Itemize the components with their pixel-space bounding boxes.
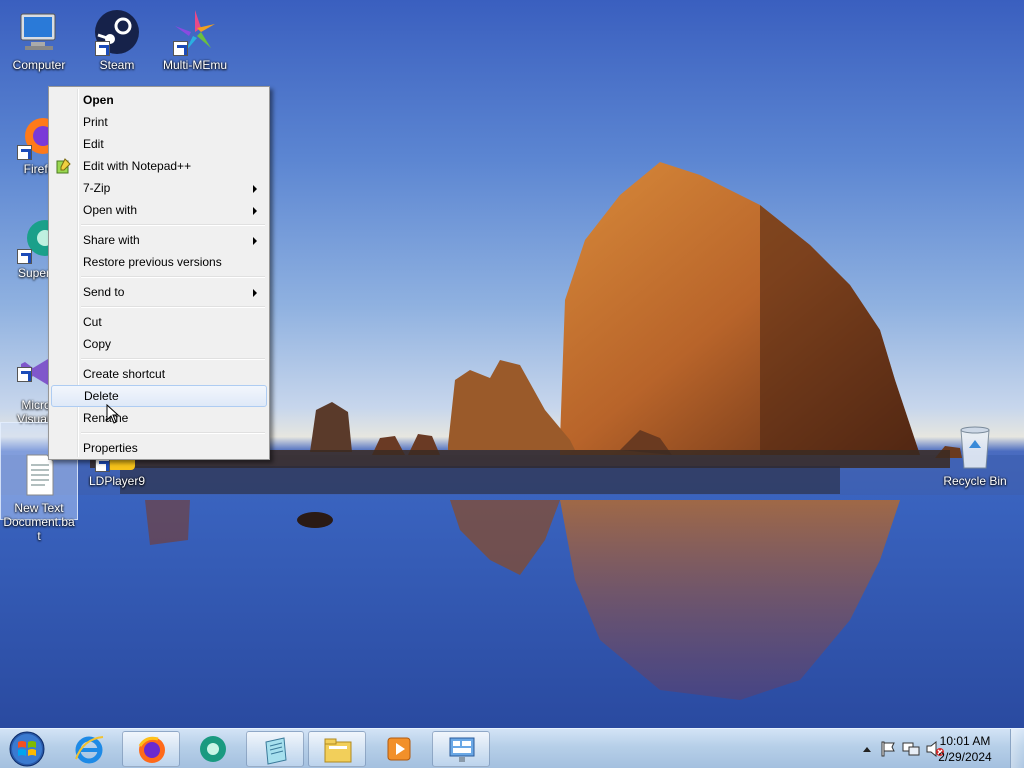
taskbar-firefox[interactable] xyxy=(122,731,180,767)
taskbar-supermium[interactable] xyxy=(184,731,242,767)
file-explorer-icon xyxy=(324,738,352,763)
desktop-icon-label: Recycle Bin xyxy=(943,474,1007,488)
submenu-arrow-icon xyxy=(253,185,257,193)
start-button[interactable] xyxy=(4,730,50,768)
control-panel-icon xyxy=(449,737,475,762)
menu-item-edit[interactable]: Edit xyxy=(51,133,267,155)
menu-separator xyxy=(51,303,267,311)
menu-item-copy[interactable]: Copy xyxy=(51,333,267,355)
shortcut-arrow-icon xyxy=(17,249,32,264)
menu-item-label: Share with xyxy=(83,233,140,247)
menu-item-cut[interactable]: Cut xyxy=(51,311,267,333)
menu-separator xyxy=(51,355,267,363)
submenu-arrow-icon xyxy=(253,207,257,215)
menu-item-open[interactable]: Open xyxy=(51,89,267,111)
menu-item-label: Edit with Notepad++ xyxy=(83,159,192,173)
context-menu: Open Print Edit Edit with Notepad++ 7-Zi… xyxy=(48,86,270,460)
desktop-icon-label: Multi-MEmu xyxy=(162,58,227,72)
clock-date: 2/29/2024 xyxy=(938,750,992,764)
desktop-icon-computer[interactable]: Computer xyxy=(0,8,78,72)
notepad-icon xyxy=(265,737,287,765)
menu-item-label: 7-Zip xyxy=(83,181,111,195)
clock[interactable]: 10:01 AM 2/29/2024 xyxy=(930,733,1000,765)
submenu-arrow-icon xyxy=(253,289,257,297)
menu-separator xyxy=(51,273,267,281)
shortcut-arrow-icon xyxy=(17,367,32,382)
menu-item-label: Open with xyxy=(83,203,138,217)
shortcut-arrow-icon xyxy=(173,41,188,56)
menu-item-share-with[interactable]: Share with xyxy=(51,229,267,251)
notification-area: 10:01 AM 2/29/2024 xyxy=(834,729,1024,768)
action-center-flag-icon[interactable] xyxy=(880,741,896,757)
menu-item-7-zip[interactable]: 7-Zip xyxy=(51,177,267,199)
taskbar-notepad[interactable] xyxy=(246,731,304,767)
shortcut-arrow-icon xyxy=(17,145,32,160)
multi-memu-icon xyxy=(171,8,219,56)
media-player-icon xyxy=(387,737,411,761)
desktop-icon-label: New Text Document.ba t xyxy=(3,501,75,543)
menu-item-properties[interactable]: Properties xyxy=(51,437,267,459)
mouse-cursor-icon xyxy=(106,404,120,424)
taskbar-media-player[interactable] xyxy=(370,731,428,767)
computer-icon xyxy=(15,8,63,56)
taskbar-internet-explorer[interactable] xyxy=(60,731,118,767)
menu-item-rename[interactable]: Rename xyxy=(51,407,267,429)
firefox-icon xyxy=(138,736,165,763)
menu-item-restore-previous-versions[interactable]: Restore previous versions xyxy=(51,251,267,273)
desktop-icon-label: Steam xyxy=(99,58,135,72)
desktop-icon-multi-memu[interactable]: Multi-MEmu xyxy=(156,8,234,72)
menu-separator xyxy=(51,221,267,229)
desktop-icon-recycle-bin[interactable]: Recycle Bin xyxy=(936,424,1014,488)
desktop-icon-label: LDPlayer9 xyxy=(88,474,146,488)
menu-item-edit-with-notepad-plus-plus[interactable]: Edit with Notepad++ xyxy=(51,155,267,177)
clock-time: 10:01 AM xyxy=(939,734,991,748)
menu-item-create-shortcut[interactable]: Create shortcut xyxy=(51,363,267,385)
taskbar: 10:01 AM 2/29/2024 xyxy=(0,728,1024,768)
internet-explorer-icon xyxy=(75,736,104,764)
menu-item-label: Send to xyxy=(83,285,125,299)
recycle-bin-icon xyxy=(951,424,999,472)
steam-icon xyxy=(93,8,141,56)
notepad-plus-plus-icon xyxy=(56,158,71,174)
menu-separator xyxy=(51,429,267,437)
shortcut-arrow-icon xyxy=(95,41,110,56)
show-desktop-button[interactable] xyxy=(1010,729,1024,768)
menu-item-delete[interactable]: Delete xyxy=(51,385,267,407)
windows-orb-icon xyxy=(9,731,45,767)
menu-item-print[interactable]: Print xyxy=(51,111,267,133)
show-hidden-icons-icon[interactable] xyxy=(862,745,872,753)
desktop-icon-steam[interactable]: Steam xyxy=(78,8,156,72)
network-icon[interactable] xyxy=(902,741,920,757)
supermium-icon xyxy=(200,736,226,762)
submenu-arrow-icon xyxy=(253,237,257,245)
desktop-icon-label: Computer xyxy=(12,58,66,72)
menu-item-send-to[interactable]: Send to xyxy=(51,281,267,303)
taskbar-file-explorer[interactable] xyxy=(308,731,366,767)
taskbar-control-panel[interactable] xyxy=(432,731,490,767)
menu-item-open-with[interactable]: Open with xyxy=(51,199,267,221)
